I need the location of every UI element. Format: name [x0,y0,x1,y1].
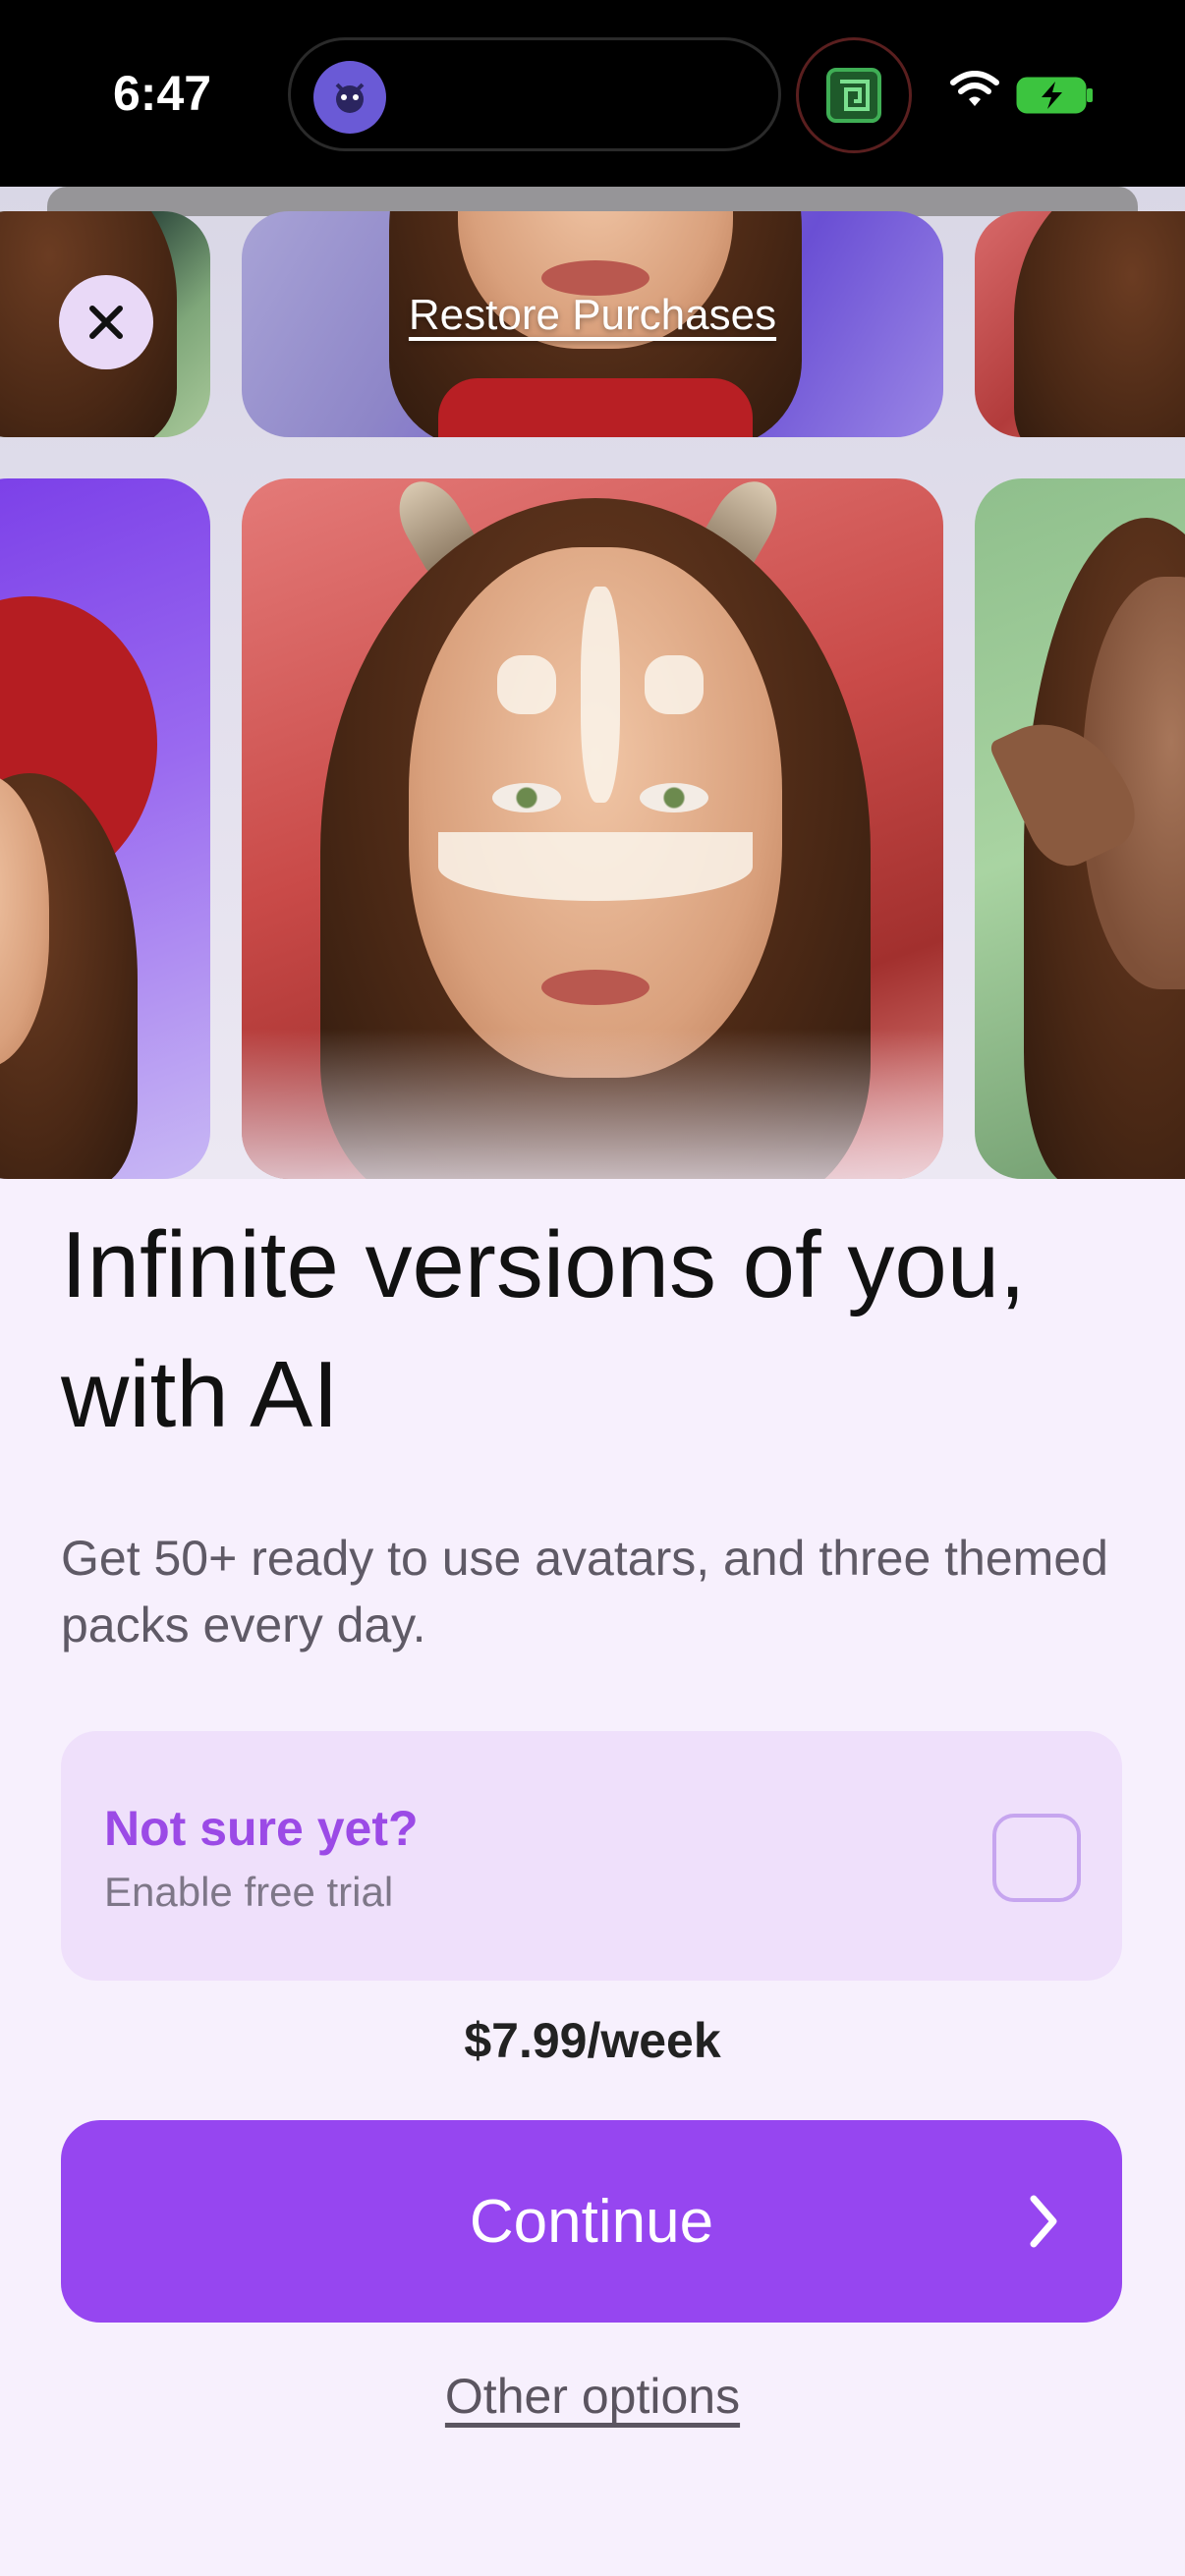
avatar-tile [0,478,210,1179]
free-trial-card[interactable]: Not sure yet? Enable free trial [61,1731,1122,1981]
free-trial-title: Not sure yet? [104,1801,419,1856]
restore-purchases-link[interactable]: Restore Purchases [354,291,831,340]
other-options-link[interactable]: Other options [0,2368,1185,2425]
dynamic-island [288,37,781,151]
avatar-gallery: Restore Purchases [0,187,1185,1179]
close-button[interactable] [59,275,153,369]
battery-charging-icon [1016,77,1093,114]
status-time: 6:47 [113,66,212,121]
page-title: Infinite versions of you, with AI [61,1212,1026,1447]
free-trial-subtitle: Enable free trial [104,1869,394,1915]
price-label: $7.99/week [464,2013,721,2068]
wifi-icon [950,71,999,106]
continue-button[interactable]: Continue [61,2120,1122,2323]
page-subtitle: Get 50+ ready to use avatars, and three … [61,1531,1108,1652]
app-activity-icon [313,61,386,134]
chevron-right-icon [1030,2195,1057,2248]
free-trial-checkbox[interactable] [992,1814,1081,1902]
status-bar: 6:47 [0,0,1185,187]
recording-app-icon [796,37,912,153]
avatar-tile [975,211,1185,437]
avatar-tile [975,478,1185,1179]
avatar-tile-featured [242,478,943,1179]
close-icon [89,306,123,339]
continue-label: Continue [469,2187,714,2256]
